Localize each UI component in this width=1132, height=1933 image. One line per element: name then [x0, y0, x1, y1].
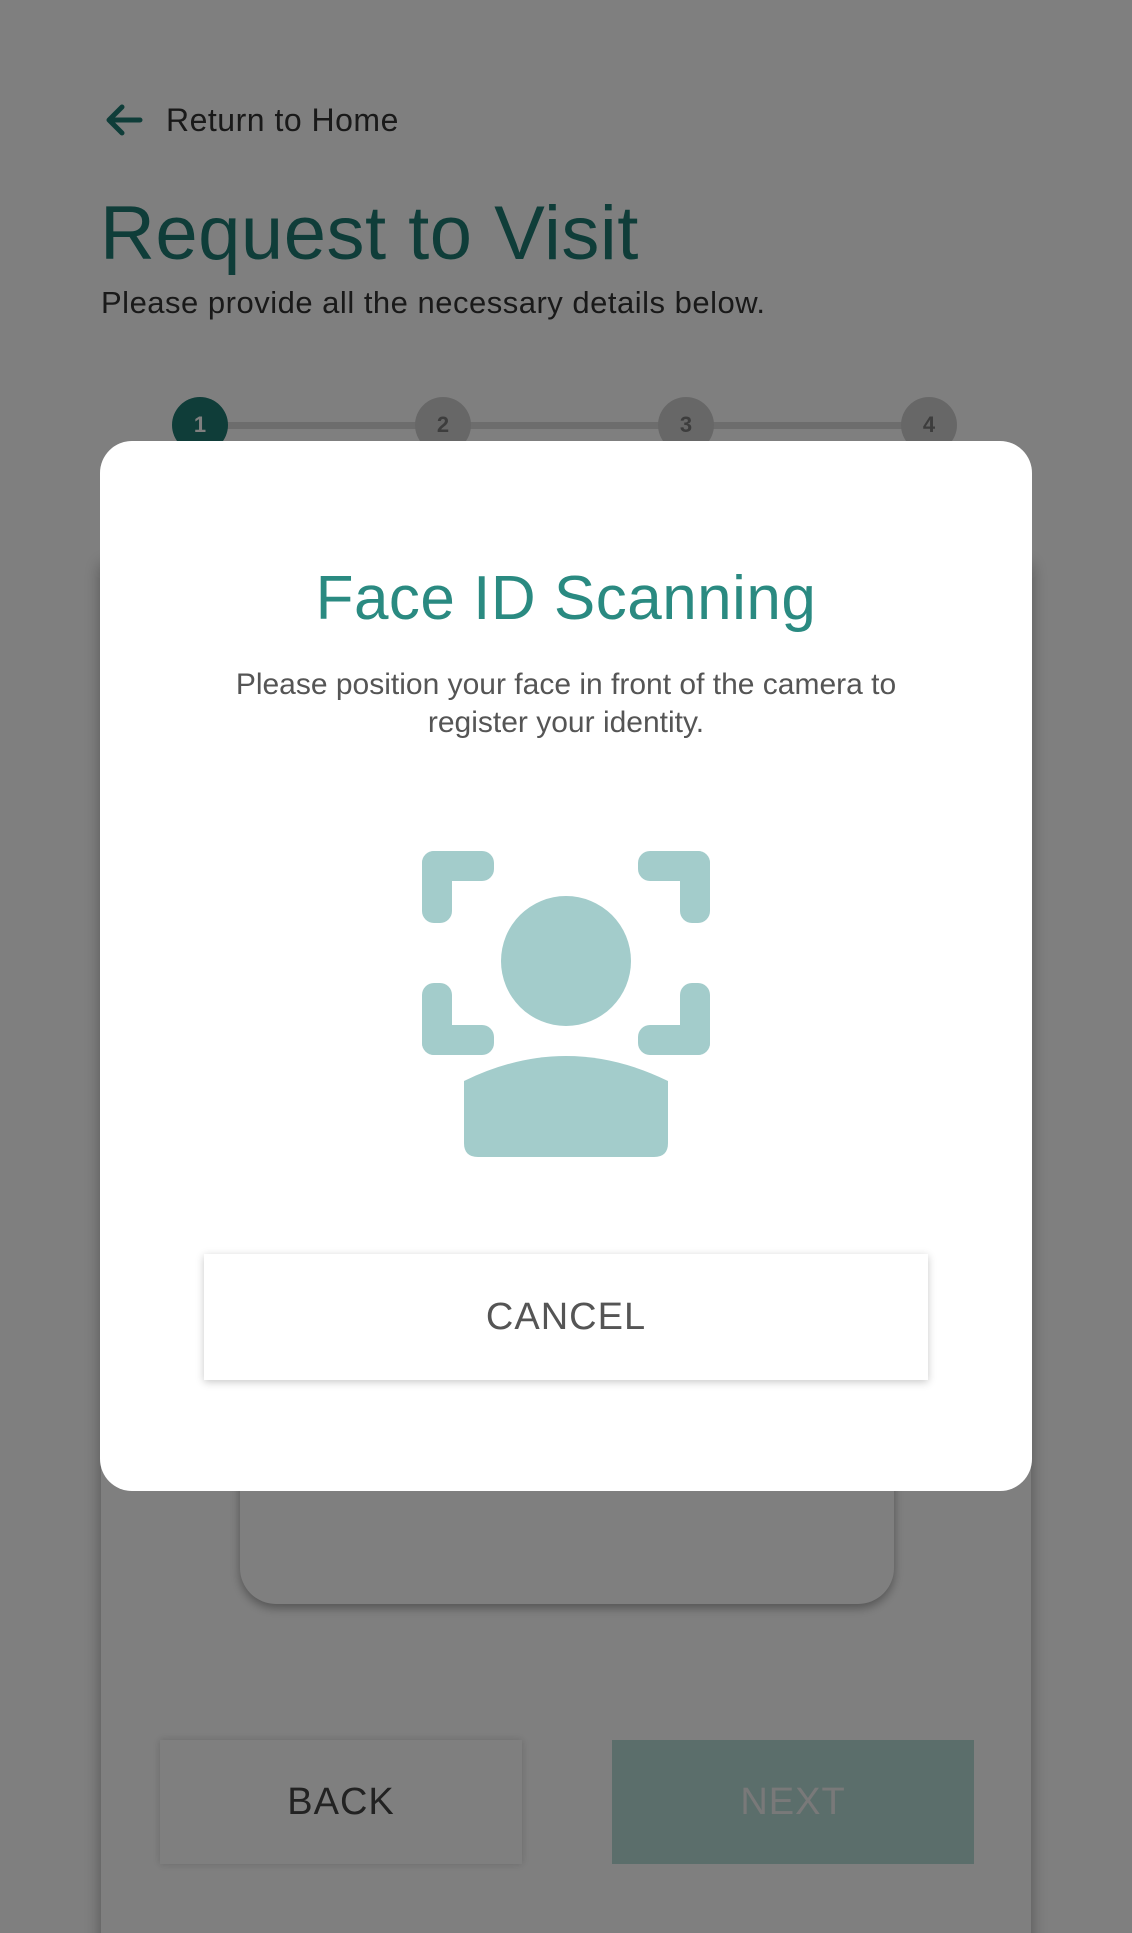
modal-message: Please position your face in front of th… [235, 668, 897, 739]
cancel-button[interactable]: CANCEL [204, 1254, 928, 1380]
page: Return to Home Request to Visit Please p… [0, 0, 1132, 1933]
modal-title: Face ID Scanning [315, 564, 817, 633]
face-scan-icon [422, 851, 710, 1157]
face-id-modal: Face ID Scanning Please position your fa… [100, 441, 1032, 1491]
